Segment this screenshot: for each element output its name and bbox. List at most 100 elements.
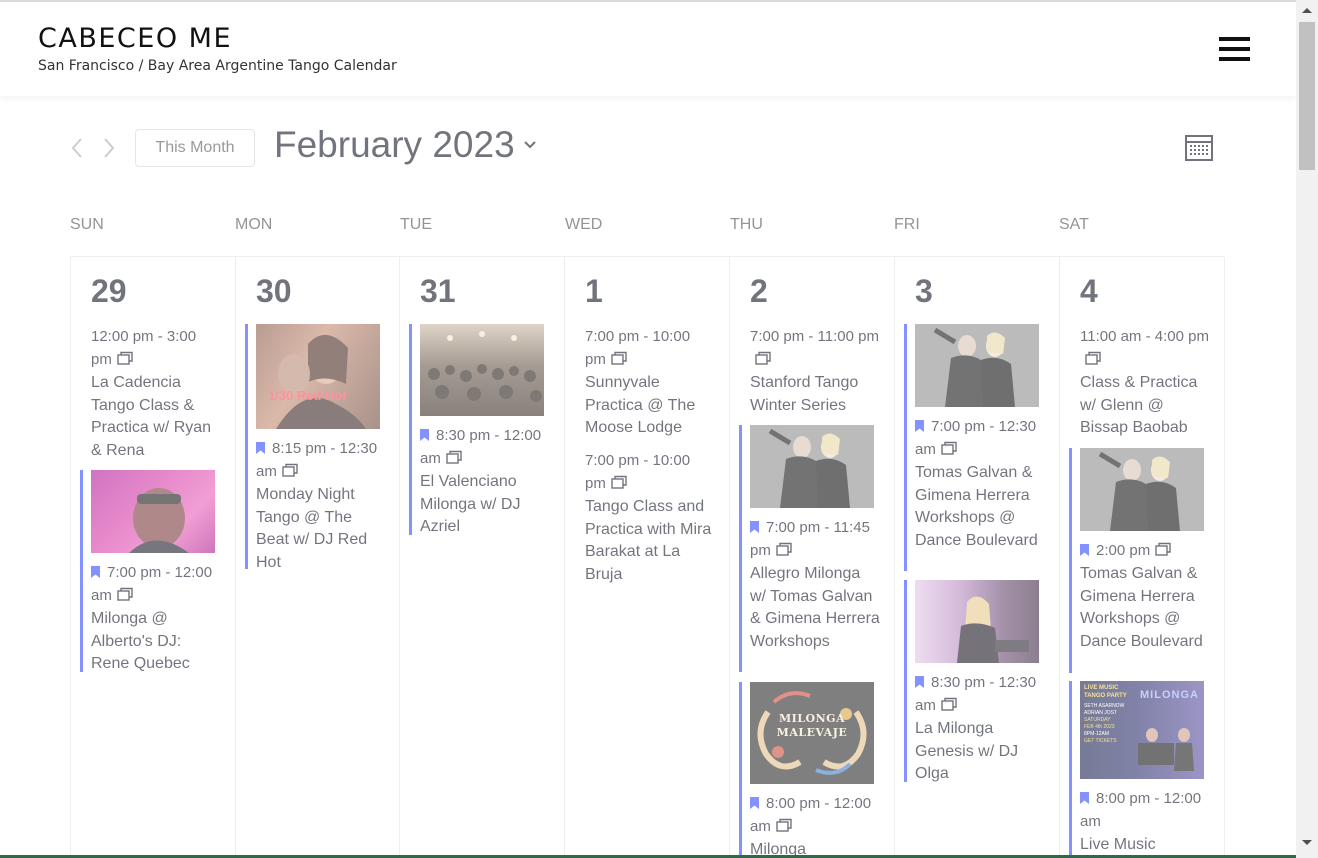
day-number[interactable]: 30 — [256, 273, 292, 310]
prev-month-button[interactable] — [66, 134, 88, 162]
event-featured[interactable]: 2:00 pm Tomas Galvan & Gimena Herrera Wo… — [1069, 448, 1210, 673]
weekday-thu: THU — [730, 216, 763, 233]
event-time: 7:00 pm - 12:00 am — [91, 564, 213, 604]
recurring-icon — [755, 351, 771, 365]
weekday-sun: SUN — [70, 216, 104, 233]
featured-bookmark-icon — [420, 429, 429, 441]
featured-bookmark-icon — [1080, 792, 1089, 804]
featured-bookmark-icon — [915, 676, 924, 688]
featured-bookmark-icon — [915, 420, 924, 432]
featured-bookmark-icon — [750, 521, 759, 533]
month-picker[interactable]: February 2023 — [274, 124, 537, 170]
site-header: CABECEO ME San Francisco / Bay Area Arge… — [0, 2, 1296, 96]
day-cell: 3 7:00 pm - 12:30 am Tomas Galvan & Gime… — [895, 257, 1060, 858]
event-time: 8:00 pm - 12:00 am — [750, 795, 872, 835]
event-time: 7:00 pm - 10:00 pm — [585, 328, 691, 368]
this-month-button[interactable]: This Month — [135, 129, 255, 167]
event-featured[interactable]: MILONGA MALEVAJE 8:00 pm - 12:00 am Milo… — [739, 682, 880, 858]
day-number[interactable]: 31 — [420, 273, 456, 310]
menu-icon[interactable] — [1219, 37, 1250, 61]
scroll-up-icon[interactable] — [1301, 6, 1313, 14]
event-image-caption: MILONGA MALEVAJE — [776, 712, 848, 739]
event-time: 8:15 pm - 12:30 am — [256, 440, 378, 480]
calendar-view-icon[interactable] — [1184, 133, 1214, 163]
event-image[interactable]: 1/30 Red Hot — [256, 324, 380, 429]
event[interactable]: 7:00 pm - 10:00 pm Tango Class and Pract… — [585, 449, 715, 586]
featured-bookmark-icon — [1080, 544, 1089, 556]
event-title[interactable]: Class & Practica w/ Glenn @ Bissap Baoba… — [1080, 372, 1210, 440]
chevron-right-icon — [104, 138, 115, 158]
weekday-mon: MON — [235, 216, 273, 233]
event-title[interactable]: Monday Night Tango @ The Beat w/ DJ Red … — [256, 484, 386, 574]
event-time: 8:00 pm - 12:00 am — [1080, 790, 1202, 830]
event-featured[interactable]: 7:00 pm - 12:00 am Milonga @ Alberto's D… — [80, 470, 221, 672]
event-title[interactable]: Stanford Tango Winter Series — [750, 372, 880, 417]
day-number[interactable]: 1 — [585, 273, 603, 310]
event-image[interactable] — [91, 470, 215, 553]
event-image[interactable] — [915, 580, 1039, 663]
event-title[interactable]: La Milonga Genesis w/ DJ Olga — [915, 718, 1045, 786]
event-time: 8:30 pm - 12:00 am — [420, 427, 542, 467]
featured-bookmark-icon — [256, 442, 265, 454]
event-title[interactable]: El Valenciano Milonga w/ DJ Azriel — [420, 471, 550, 539]
weekday-wed: WED — [565, 216, 603, 233]
event-image[interactable] — [915, 324, 1039, 407]
scroll-down-icon[interactable] — [1301, 839, 1313, 847]
featured-bookmark-icon — [91, 566, 100, 578]
event-image[interactable] — [750, 425, 874, 508]
event-title[interactable]: Live Music — [1080, 834, 1210, 857]
day-number[interactable]: 3 — [915, 273, 933, 310]
event-image-caption: 1/30 Red Hot — [268, 388, 347, 403]
event-featured[interactable]: 8:30 pm - 12:00 am El Valenciano Milonga… — [409, 324, 550, 535]
event-featured[interactable]: 7:00 pm - 12:30 am Tomas Galvan & Gimena… — [904, 324, 1045, 571]
event-title[interactable]: Tango Class and Practica with Mira Barak… — [585, 496, 715, 586]
day-number[interactable]: 29 — [91, 273, 127, 310]
recurring-icon — [117, 351, 133, 365]
event-featured[interactable]: 1/30 Red Hot 8:15 pm - 12:30 am Monday N… — [245, 324, 386, 571]
site-tagline: San Francisco / Bay Area Argentine Tango… — [38, 58, 397, 74]
site-title[interactable]: CABECEO ME — [38, 23, 232, 54]
event-time: 2:00 pm — [1080, 539, 1210, 562]
event[interactable]: 12:00 pm - 3:00 pm La Cadencia Tango Cla… — [91, 325, 221, 462]
event-featured[interactable]: 7:00 pm - 11:45 pm Allegro Milonga w/ To… — [739, 425, 880, 672]
event-image[interactable] — [1080, 448, 1204, 531]
recurring-icon — [611, 351, 627, 365]
chevron-left-icon — [71, 138, 82, 158]
recurring-icon — [446, 450, 462, 464]
day-number[interactable]: 4 — [1080, 273, 1098, 310]
recurring-icon — [941, 697, 957, 711]
recurring-icon — [776, 542, 792, 556]
event-image[interactable] — [420, 324, 544, 416]
day-cell: 29 12:00 pm - 3:00 pm La Cadencia Tango … — [71, 257, 236, 858]
event-title[interactable]: Allegro Milonga w/ Tomas Galvan & Gimena… — [750, 563, 880, 653]
weekday-tue: TUE — [400, 216, 432, 233]
day-cell: 31 8:30 pm - 12:00 am El Valenciano Milo… — [400, 257, 565, 858]
event-image[interactable]: MILONGA MALEVAJE — [750, 682, 874, 784]
event-time: 12:00 pm - 3:00 pm — [91, 328, 197, 368]
recurring-icon — [1085, 351, 1101, 365]
event-title[interactable]: La Cadencia Tango Class & Practica w/ Ry… — [91, 372, 221, 462]
event[interactable]: 7:00 pm - 10:00 pm Sunnyvale Practica @ … — [585, 325, 715, 440]
featured-bookmark-icon — [750, 797, 759, 809]
weekday-sat: SAT — [1059, 216, 1089, 233]
event-time: 7:00 pm - 11:00 pm — [750, 325, 880, 371]
scrollbar[interactable] — [1296, 0, 1318, 858]
chevron-down-icon — [523, 141, 536, 149]
event-featured[interactable]: LIVE MUSIC TANGO PARTY SETH ASARNOW ADRI… — [1069, 681, 1210, 858]
event-time: 7:00 pm - 11:45 pm — [750, 519, 870, 559]
day-number[interactable]: 2 — [750, 273, 768, 310]
next-month-button[interactable] — [98, 134, 120, 162]
event-title[interactable]: Tomas Galvan & Gimena Herrera Workshops … — [915, 462, 1045, 552]
event-title[interactable]: Milonga @ Alberto's DJ: Rene Quebec — [91, 608, 221, 676]
event-title[interactable]: Sunnyvale Practica @ The Moose Lodge — [585, 372, 715, 440]
recurring-icon — [282, 463, 298, 477]
event[interactable]: 7:00 pm - 11:00 pm Stanford Tango Winter… — [750, 325, 880, 417]
event[interactable]: 11:00 am - 4:00 pm Class & Practica w/ G… — [1080, 325, 1210, 440]
recurring-icon — [776, 818, 792, 832]
month-label: February 2023 — [274, 124, 515, 165]
recurring-icon — [941, 441, 957, 455]
scrollbar-thumb[interactable] — [1299, 22, 1315, 170]
event-title[interactable]: Tomas Galvan & Gimena Herrera Workshops … — [1080, 563, 1210, 653]
event-image[interactable]: LIVE MUSIC TANGO PARTY SETH ASARNOW ADRI… — [1080, 681, 1204, 779]
event-featured[interactable]: 8:30 pm - 12:30 am La Milonga Genesis w/… — [904, 580, 1045, 782]
